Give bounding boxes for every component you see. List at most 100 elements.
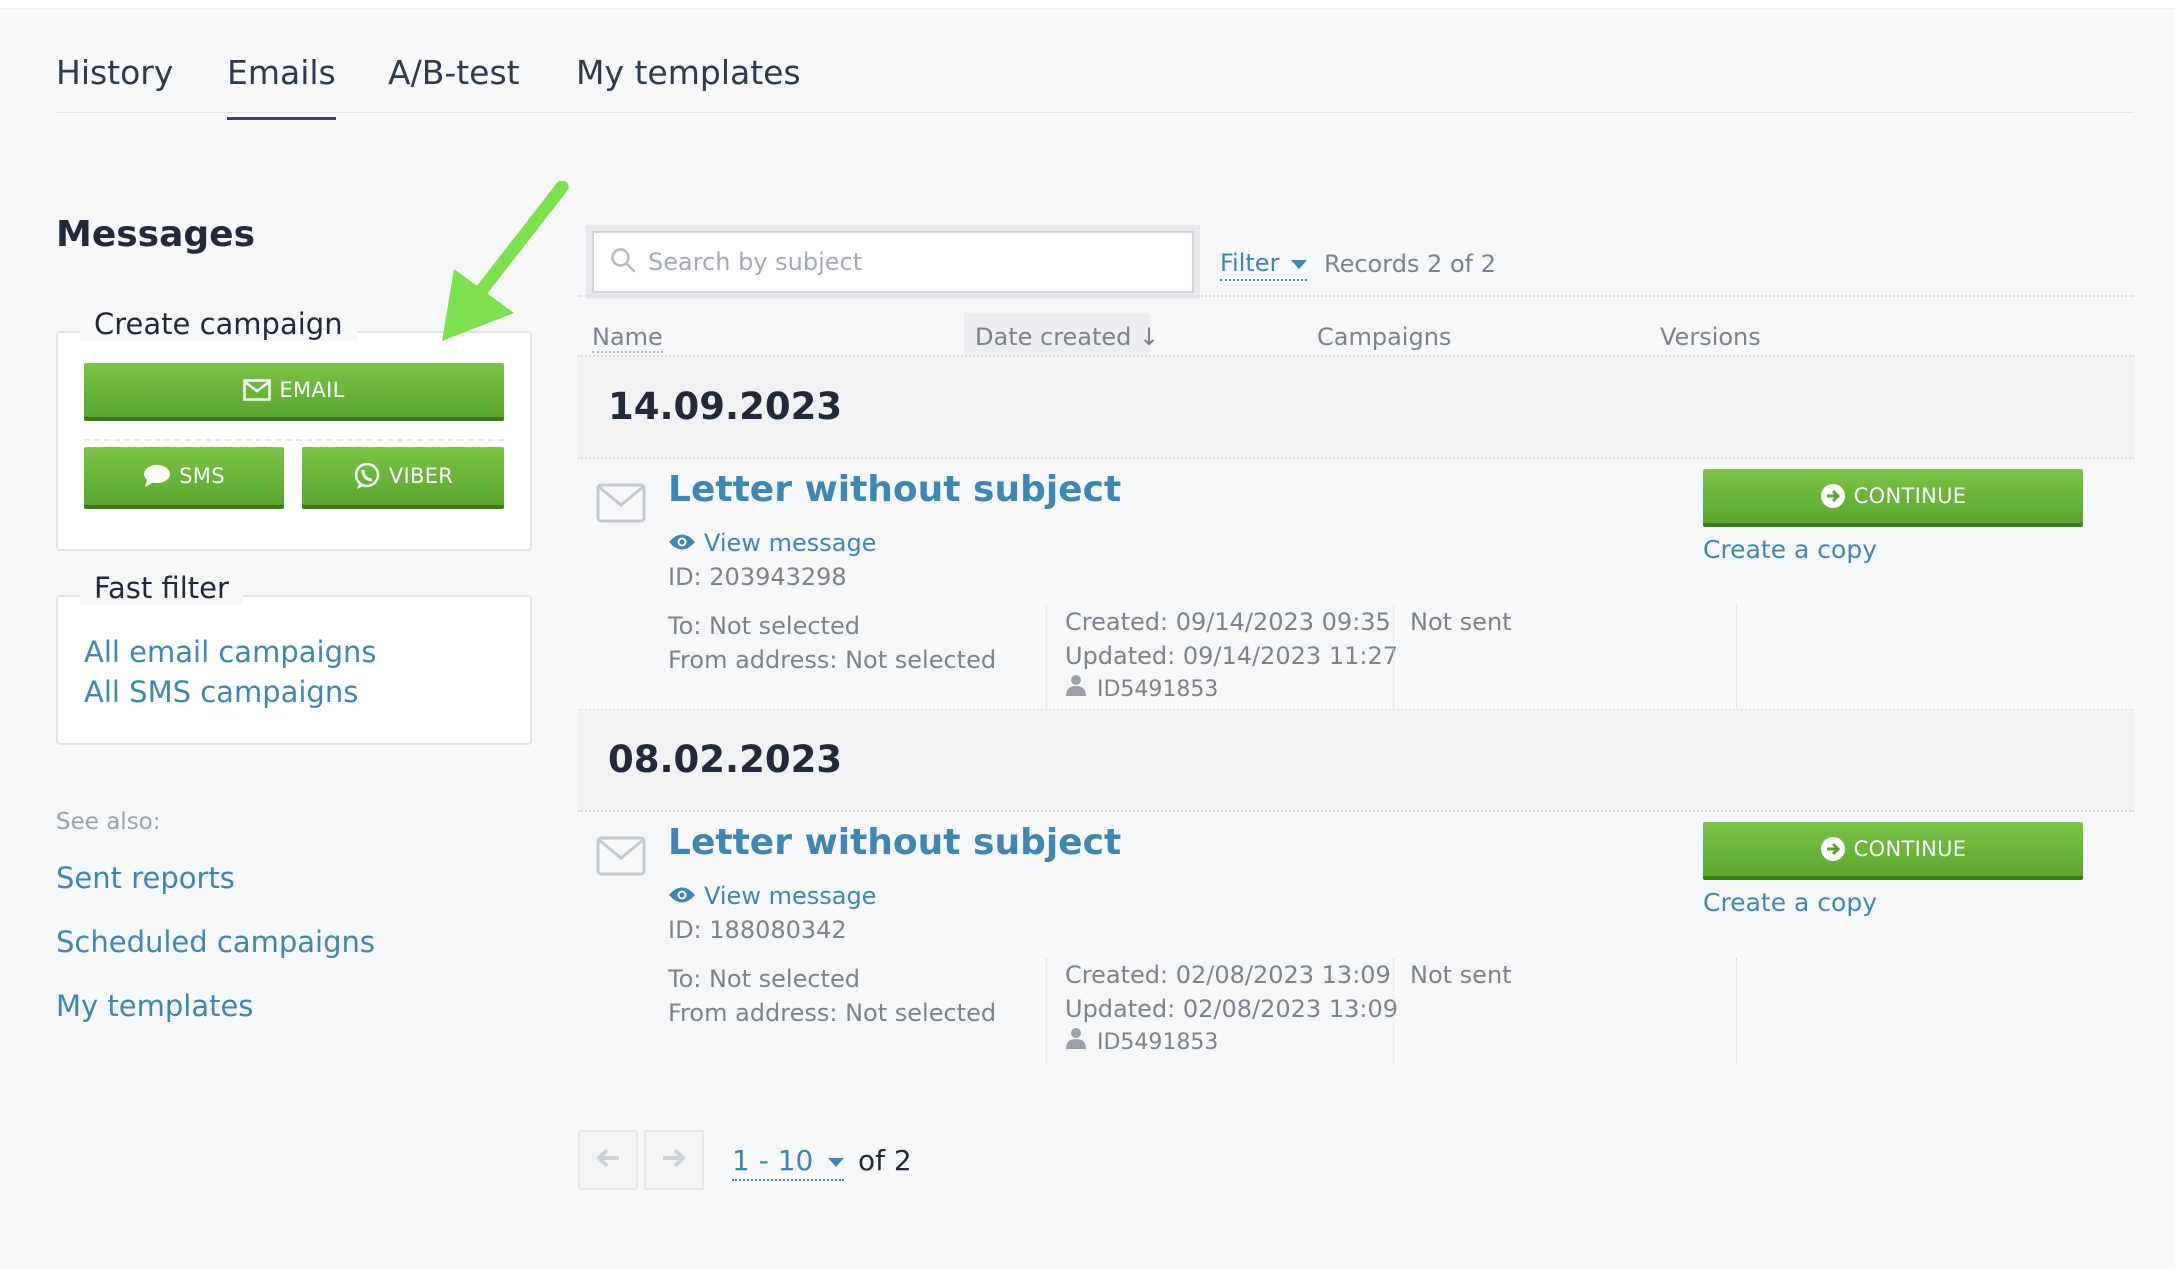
owner-id: ID5491853 — [1097, 1030, 1219, 1055]
previous-page-button[interactable] — [578, 1130, 638, 1190]
column-separator — [1736, 605, 1737, 711]
create-campaign-box: Create campaign EMAIL SMS VIBER — [56, 307, 532, 551]
filter-label: Filter — [1220, 249, 1280, 277]
envelope-icon — [596, 836, 646, 880]
create-viber-button[interactable]: VIBER — [302, 447, 504, 509]
message-to: To: Not selected — [668, 612, 860, 640]
viber-button-label: VIBER — [388, 464, 454, 488]
records-count: Records 2 of 2 — [1324, 250, 1496, 278]
message-status: Not sent — [1410, 608, 1512, 636]
email-button-label: EMAIL — [279, 378, 345, 402]
annotation-arrow-icon — [442, 181, 569, 341]
user-icon — [1065, 673, 1087, 707]
message-dates: Created: 09/14/2023 09:35 Updated: 09/14… — [1065, 605, 1398, 707]
column-separator — [1046, 605, 1047, 711]
message-id: ID: 188080342 — [668, 916, 847, 944]
message-updated: Updated: 02/08/2023 13:09 — [1065, 995, 1398, 1023]
owner-id: ID5491853 — [1097, 677, 1219, 702]
scheduled-campaigns-link[interactable]: Scheduled campaigns — [56, 925, 375, 959]
column-campaigns: Campaigns — [1317, 323, 1452, 351]
create-email-button[interactable]: EMAIL — [84, 363, 504, 421]
message-owner: ID5491853 — [1065, 673, 1398, 707]
sms-button-label: SMS — [179, 464, 225, 488]
continue-button[interactable]: CONTINUE — [1703, 822, 2083, 880]
search-box — [592, 231, 1194, 293]
message-created: Created: 02/08/2023 13:09 — [1065, 961, 1391, 989]
message-from: From address: Not selected — [668, 999, 997, 1027]
filter-dropdown[interactable]: Filter — [1220, 249, 1308, 281]
next-page-button[interactable] — [644, 1130, 704, 1190]
message-addresses: To: Not selected From address: Not selec… — [668, 962, 996, 1030]
filter-all-sms-campaigns[interactable]: All SMS campaigns — [84, 675, 358, 709]
search-container — [586, 225, 1200, 299]
tab-emails[interactable]: Emails — [227, 53, 336, 120]
message-id: ID: 203943298 — [668, 563, 847, 591]
message-created: Created: 09/14/2023 09:35 — [1065, 608, 1391, 636]
tab-history[interactable]: History — [56, 53, 173, 92]
search-input[interactable] — [648, 248, 1168, 276]
tab-bar: History Emails A/B-test My templates — [56, 9, 2134, 120]
group-date: 08.02.2023 — [608, 738, 843, 781]
message-row: Letter without subject View message ID: … — [578, 812, 2134, 1064]
continue-label: CONTINUE — [1853, 837, 1967, 861]
column-separator — [1393, 958, 1394, 1064]
see-also-label: See also: — [56, 809, 161, 835]
arrow-left-icon — [595, 1147, 621, 1173]
message-dates: Created: 02/08/2023 13:09 Updated: 02/08… — [1065, 958, 1398, 1060]
caret-down-icon — [828, 1157, 845, 1167]
message-from: From address: Not selected — [668, 646, 997, 674]
column-separator — [1046, 958, 1047, 1064]
column-versions: Versions — [1660, 323, 1761, 351]
continue-button[interactable]: CONTINUE — [1703, 469, 2083, 527]
column-separator — [1736, 958, 1737, 1064]
message-row: Letter without subject View message ID: … — [578, 459, 2134, 711]
continue-label: CONTINUE — [1853, 484, 1967, 508]
my-templates-link[interactable]: My templates — [56, 989, 253, 1023]
create-sms-button[interactable]: SMS — [84, 447, 284, 509]
search-icon — [610, 247, 636, 277]
eye-icon — [668, 529, 696, 557]
create-copy-link[interactable]: Create a copy — [1703, 888, 1877, 917]
page-range-dropdown[interactable]: 1 - 10 — [732, 1144, 845, 1181]
speech-bubble-icon — [143, 464, 171, 488]
sidebar-title: Messages — [56, 214, 256, 255]
envelope-icon — [243, 379, 272, 401]
arrow-right-icon — [661, 1147, 687, 1173]
message-title-link[interactable]: Letter without subject — [668, 469, 1121, 510]
view-message-label: View message — [704, 882, 877, 910]
view-message-label: View message — [704, 529, 877, 557]
view-message-link[interactable]: View message — [668, 529, 876, 557]
fast-filter-legend: Fast filter — [80, 571, 243, 605]
fast-filter-box: Fast filter All email campaigns All SMS … — [56, 571, 532, 745]
page-total: of 2 — [858, 1144, 912, 1177]
date-group-header: 08.02.2023 — [578, 710, 2134, 810]
toolbar-divider — [578, 295, 2134, 297]
eye-icon — [668, 882, 696, 910]
arrow-circle-right-icon — [1820, 483, 1846, 509]
viber-icon — [353, 462, 381, 490]
filter-all-email-campaigns[interactable]: All email campaigns — [84, 635, 376, 669]
create-copy-link[interactable]: Create a copy — [1703, 535, 1877, 564]
view-message-link[interactable]: View message — [668, 882, 876, 910]
tab-ab-test[interactable]: A/B-test — [388, 53, 520, 92]
group-date: 14.09.2023 — [608, 385, 843, 428]
create-campaign-legend: Create campaign — [80, 307, 357, 341]
user-icon — [1065, 1026, 1087, 1060]
message-updated: Updated: 09/14/2023 11:27 — [1065, 642, 1398, 670]
emails-page: History Emails A/B-test My templates Mes… — [0, 8, 2175, 1269]
column-name[interactable]: Name — [592, 323, 663, 353]
message-status: Not sent — [1410, 961, 1512, 989]
page-range-label: 1 - 10 — [732, 1144, 814, 1177]
envelope-icon — [596, 483, 646, 527]
column-separator — [1393, 605, 1394, 711]
tab-my-templates[interactable]: My templates — [576, 53, 801, 92]
column-date-created[interactable]: Date created ↓ — [975, 323, 1159, 351]
divider — [84, 439, 504, 441]
date-group-header: 14.09.2023 — [578, 357, 2134, 457]
arrow-circle-right-icon — [1820, 836, 1846, 862]
message-addresses: To: Not selected From address: Not selec… — [668, 609, 996, 677]
caret-down-icon — [1291, 259, 1308, 269]
sent-reports-link[interactable]: Sent reports — [56, 861, 235, 895]
message-title-link[interactable]: Letter without subject — [668, 822, 1121, 863]
message-owner: ID5491853 — [1065, 1026, 1398, 1060]
